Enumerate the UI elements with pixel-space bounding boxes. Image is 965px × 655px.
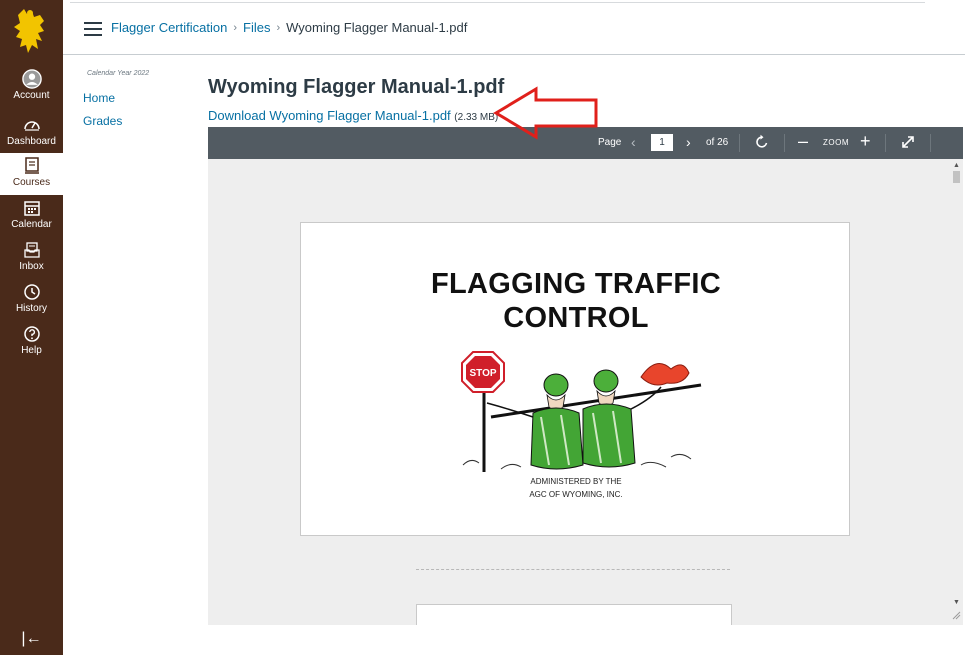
nav-label-help: Help xyxy=(21,345,42,356)
nav-label-courses: Courses xyxy=(12,177,51,188)
breadcrumb-files-link[interactable]: Files xyxy=(243,20,270,35)
zoom-label: ZOOM xyxy=(823,138,849,147)
nav-label-history: History xyxy=(15,303,48,314)
toolbar-divider xyxy=(885,134,886,152)
university-logo[interactable] xyxy=(0,0,63,62)
total-pages: of 26 xyxy=(706,137,729,148)
nav-item-history[interactable]: History xyxy=(0,279,63,321)
breadcrumb-current-file: Wyoming Flagger Manual-1.pdf xyxy=(286,20,468,35)
course-nav-home[interactable]: Home xyxy=(83,91,193,105)
nav-label-account: Account xyxy=(13,90,50,101)
pdf-admin-line-1: ADMINISTERED BY THE xyxy=(530,477,622,486)
scroll-up-icon[interactable]: ▲ xyxy=(953,162,960,169)
collapse-nav-button[interactable]: |← xyxy=(0,626,63,652)
breadcrumb: Flagger Certification › Files › Wyoming … xyxy=(111,20,467,35)
nav-label-dashboard: Dashboard xyxy=(7,136,56,147)
nav-item-inbox[interactable]: Inbox xyxy=(0,237,63,279)
scroll-down-icon[interactable]: ▼ xyxy=(953,599,960,606)
breadcrumb-separator-icon: › xyxy=(276,21,281,34)
history-icon xyxy=(22,282,42,302)
page-separator xyxy=(416,569,730,570)
pdf-title-line-1: FLAGGING TRAFFIC xyxy=(431,268,721,300)
course-header: Flagger Certification › Files › Wyoming … xyxy=(63,0,965,55)
dashboard-icon xyxy=(22,115,42,135)
help-icon xyxy=(22,324,42,344)
course-nav-grades[interactable]: Grades xyxy=(83,114,193,128)
course-term: Calendar Year 2022 xyxy=(87,70,150,77)
toolbar-divider xyxy=(930,134,931,152)
inbox-icon xyxy=(22,240,42,260)
page-title: Wyoming Flagger Manual-1.pdf xyxy=(208,76,505,98)
nav-item-calendar[interactable]: Calendar xyxy=(0,195,63,237)
resize-grip-icon[interactable] xyxy=(952,611,961,620)
red-annotation-arrow-icon xyxy=(493,86,598,140)
nav-label-calendar: Calendar xyxy=(11,219,52,230)
courses-icon xyxy=(22,156,42,176)
pdf-page-title: FLAGGING TRAFFIC CONTROL xyxy=(301,267,851,335)
toolbar-divider xyxy=(784,134,785,152)
pdf-admin-text: ADMINISTERED BY THE AGC OF WYOMING, INC. xyxy=(451,475,701,501)
pdf-admin-line-2: AGC OF WYOMING, INC. xyxy=(529,490,623,499)
nav-item-dashboard[interactable]: Dashboard xyxy=(0,112,63,154)
pdf-page: FLAGGING TRAFFIC CONTROL STOP ADMINISTER… xyxy=(300,222,850,536)
next-page-icon[interactable]: › xyxy=(686,134,691,150)
download-file-link[interactable]: Download Wyoming Flagger Manual-1.pdf xyxy=(208,108,451,123)
zoom-in-icon[interactable]: + xyxy=(860,131,871,152)
breadcrumb-course-link[interactable]: Flagger Certification xyxy=(111,20,227,35)
nav-item-courses[interactable]: Courses xyxy=(0,153,63,195)
pdf-title-line-2: CONTROL xyxy=(503,302,649,334)
pdf-page xyxy=(416,604,732,625)
nav-item-account[interactable]: Account xyxy=(0,66,63,108)
nav-item-help[interactable]: Help xyxy=(0,321,63,363)
account-icon xyxy=(21,69,42,89)
flaggers-illustration: STOP xyxy=(461,351,702,472)
download-line: Download Wyoming Flagger Manual-1.pdf (2… xyxy=(208,108,498,123)
hamburger-menu-icon[interactable] xyxy=(84,22,102,36)
bucking-horse-logo-icon xyxy=(13,9,44,53)
zoom-out-icon[interactable]: – xyxy=(798,131,808,152)
pdf-viewer: Page ‹ › of 26 – ZOOM + ▲ ▼ FLAGGI xyxy=(208,127,963,625)
nav-label-inbox: Inbox xyxy=(19,261,44,272)
viewer-scrollbar[interactable]: ▲ ▼ xyxy=(950,159,963,625)
toolbar-divider xyxy=(739,134,740,152)
previous-page-icon[interactable]: ‹ xyxy=(631,134,636,150)
calendar-icon xyxy=(22,198,42,218)
stop-sign-text: STOP xyxy=(469,368,496,379)
scrollbar-thumb[interactable] xyxy=(953,171,960,183)
breadcrumb-separator-icon: › xyxy=(233,21,237,34)
rotate-icon[interactable] xyxy=(754,134,770,150)
page-number-input[interactable] xyxy=(651,134,673,151)
page-label: Page xyxy=(598,137,622,148)
course-nav: Calendar Year 2022 Home Grades xyxy=(83,70,193,128)
global-nav: Account Dashboard Courses Calendar Inbox… xyxy=(0,0,63,655)
fullscreen-icon[interactable] xyxy=(901,135,915,149)
